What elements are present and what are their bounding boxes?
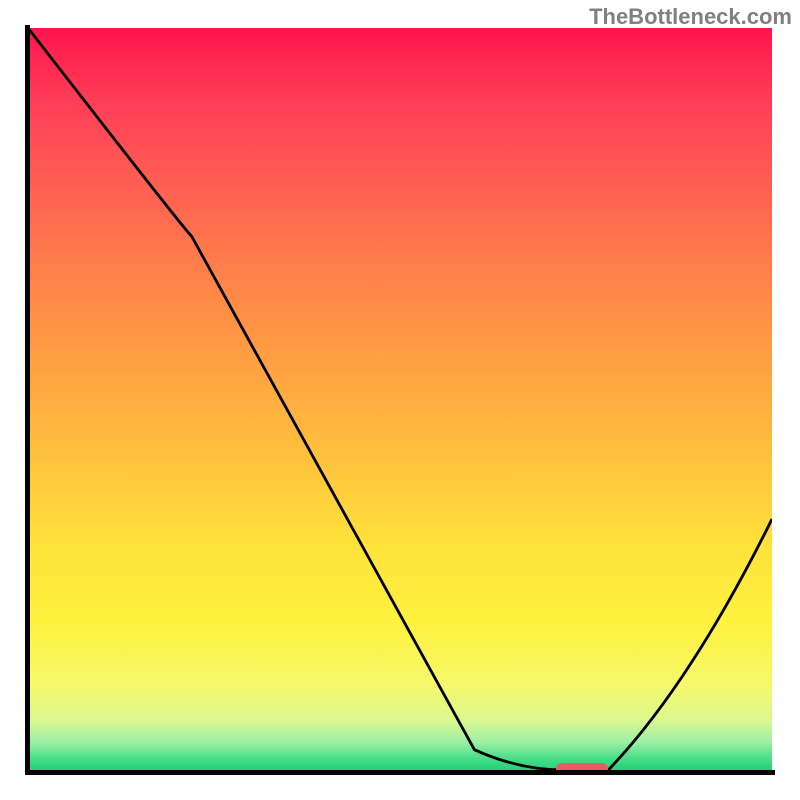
bottleneck-curve-path	[28, 28, 772, 770]
bottleneck-chart: TheBottleneck.com	[0, 0, 800, 800]
watermark: TheBottleneck.com	[589, 4, 792, 30]
curve-layer	[28, 28, 772, 772]
x-axis	[25, 770, 775, 775]
y-axis	[25, 25, 30, 775]
